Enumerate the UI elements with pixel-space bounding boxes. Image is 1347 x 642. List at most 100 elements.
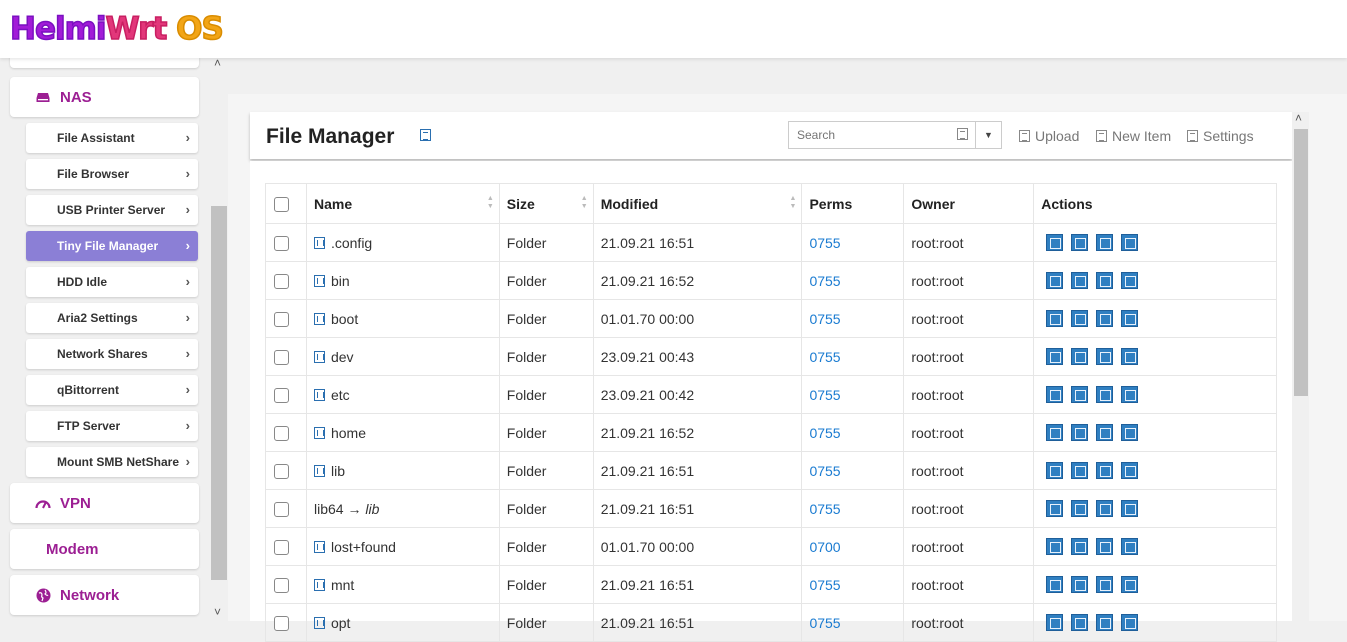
perms-link[interactable]: 0755 — [809, 501, 840, 517]
delete-icon[interactable] — [1046, 386, 1064, 404]
delete-icon[interactable] — [1046, 538, 1064, 556]
row-checkbox[interactable] — [274, 311, 289, 327]
sidebar-subitem[interactable]: Tiny File Manager › — [26, 231, 198, 261]
rename-icon[interactable] — [1071, 234, 1089, 252]
sidebar-item-nas[interactable]: NAS — [10, 77, 199, 117]
perms-link[interactable]: 0700 — [809, 539, 840, 555]
table-row[interactable]: boot Folder 01.01.70 00:00 0755 root:root — [265, 299, 1277, 338]
rename-icon[interactable] — [1071, 348, 1089, 366]
table-row[interactable]: .config Folder 21.09.21 16:51 0755 root:root — [265, 223, 1277, 262]
copy-icon[interactable] — [1096, 462, 1114, 480]
delete-icon[interactable] — [1046, 462, 1064, 480]
home-icon[interactable] — [420, 129, 431, 141]
table-row[interactable]: opt Folder 21.09.21 16:51 0755 root:root — [265, 603, 1277, 642]
file-name-link[interactable]: lib — [331, 463, 345, 479]
delete-icon[interactable] — [1046, 234, 1064, 252]
delete-icon[interactable] — [1046, 500, 1064, 518]
link-icon[interactable] — [1121, 500, 1139, 518]
logo[interactable]: HelmiWrt OS — [9, 10, 224, 48]
scroll-up-icon[interactable]: ˄ — [214, 58, 221, 70]
row-checkbox[interactable] — [274, 273, 289, 289]
sidebar-subitem[interactable]: File Browser › — [26, 159, 198, 189]
delete-icon[interactable] — [1046, 424, 1064, 442]
link-icon[interactable] — [1121, 272, 1139, 290]
delete-icon[interactable] — [1046, 272, 1064, 290]
delete-icon[interactable] — [1046, 614, 1064, 632]
rename-icon[interactable] — [1071, 310, 1089, 328]
row-checkbox[interactable] — [274, 387, 289, 403]
sidebar-item-modem[interactable]: Modem — [10, 529, 199, 569]
table-row[interactable]: bin Folder 21.09.21 16:52 0755 root:root — [265, 261, 1277, 300]
link-icon[interactable] — [1121, 386, 1139, 404]
rename-icon[interactable] — [1071, 576, 1089, 594]
content-scrollbar[interactable]: ˄ — [1292, 111, 1309, 621]
link-icon[interactable] — [1121, 310, 1139, 328]
row-checkbox[interactable] — [274, 577, 289, 593]
rename-icon[interactable] — [1071, 462, 1089, 480]
sidebar-subitem[interactable]: Aria2 Settings › — [26, 303, 198, 333]
sidebar-scrollbar[interactable]: ˄ ˅ — [210, 58, 228, 621]
scrollbar-thumb[interactable] — [1294, 129, 1308, 396]
sidebar-subitem[interactable]: Network Shares › — [26, 339, 198, 369]
new-item-button[interactable]: New Item — [1096, 128, 1171, 144]
link-icon[interactable] — [1121, 348, 1139, 366]
table-row[interactable]: etc Folder 23.09.21 00:42 0755 root:root — [265, 375, 1277, 414]
perms-link[interactable]: 0755 — [809, 387, 840, 403]
perms-link[interactable]: 0755 — [809, 463, 840, 479]
sidebar-subitem[interactable]: FTP Server › — [26, 411, 198, 441]
row-checkbox[interactable] — [274, 501, 289, 517]
column-header-size[interactable]: Size ▲ ▼ — [498, 183, 594, 224]
sidebar-item-partial[interactable] — [10, 58, 199, 68]
link-icon[interactable] — [1121, 538, 1139, 556]
search-dropdown-button[interactable]: ▼ — [975, 122, 1001, 148]
link-icon[interactable] — [1121, 424, 1139, 442]
file-name-link[interactable]: bin — [331, 273, 350, 289]
perms-link[interactable]: 0755 — [809, 615, 840, 631]
select-all-checkbox[interactable] — [274, 196, 289, 212]
table-row[interactable]: lost+found Folder 01.01.70 00:00 0700 root:r… — [265, 527, 1277, 566]
row-checkbox[interactable] — [274, 463, 289, 479]
search-icon[interactable] — [957, 128, 968, 140]
copy-icon[interactable] — [1096, 234, 1114, 252]
perms-link[interactable]: 0755 — [809, 311, 840, 327]
delete-icon[interactable] — [1046, 576, 1064, 594]
row-checkbox[interactable] — [274, 349, 289, 365]
rename-icon[interactable] — [1071, 386, 1089, 404]
settings-button[interactable]: Settings — [1187, 128, 1254, 144]
copy-icon[interactable] — [1096, 538, 1114, 556]
sidebar-subitem[interactable]: qBittorrent › — [26, 375, 198, 405]
file-name-link[interactable]: .config — [331, 235, 372, 251]
perms-link[interactable]: 0755 — [809, 577, 840, 593]
copy-icon[interactable] — [1096, 614, 1114, 632]
table-row[interactable]: lib64 → lib Folder 21.09.21 16:51 0755 root:… — [265, 489, 1277, 528]
file-name-link[interactable]: boot — [331, 311, 358, 327]
sidebar-subitem[interactable]: USB Printer Server › — [26, 195, 198, 225]
table-row[interactable]: mnt Folder 21.09.21 16:51 0755 root:root — [265, 565, 1277, 604]
sidebar-subitem[interactable]: File Assistant › — [26, 123, 198, 153]
row-checkbox[interactable] — [274, 235, 289, 251]
rename-icon[interactable] — [1071, 272, 1089, 290]
file-name-link[interactable]: home — [331, 425, 366, 441]
copy-icon[interactable] — [1096, 500, 1114, 518]
copy-icon[interactable] — [1096, 576, 1114, 594]
table-row[interactable]: dev Folder 23.09.21 00:43 0755 root:root — [265, 337, 1277, 376]
file-name-link[interactable]: lib64 — [314, 501, 344, 517]
copy-icon[interactable] — [1096, 310, 1114, 328]
row-checkbox[interactable] — [274, 615, 289, 631]
link-icon[interactable] — [1121, 614, 1139, 632]
scroll-up-icon[interactable]: ˄ — [1295, 111, 1302, 125]
copy-icon[interactable] — [1096, 272, 1114, 290]
copy-icon[interactable] — [1096, 348, 1114, 366]
column-header-modified[interactable]: Modified ▲ ▼ — [592, 183, 803, 224]
perms-link[interactable]: 0755 — [809, 273, 840, 289]
link-icon[interactable] — [1121, 576, 1139, 594]
file-name-link[interactable]: dev — [331, 349, 354, 365]
row-checkbox[interactable] — [274, 425, 289, 441]
sidebar-item-vpn[interactable]: VPN — [10, 483, 199, 523]
search-input[interactable] — [789, 122, 975, 148]
file-name-link[interactable]: etc — [331, 387, 350, 403]
scrollbar-thumb[interactable] — [211, 206, 227, 580]
scroll-down-icon[interactable]: ˅ — [214, 605, 221, 619]
file-name-link[interactable]: opt — [331, 615, 350, 631]
copy-icon[interactable] — [1096, 424, 1114, 442]
